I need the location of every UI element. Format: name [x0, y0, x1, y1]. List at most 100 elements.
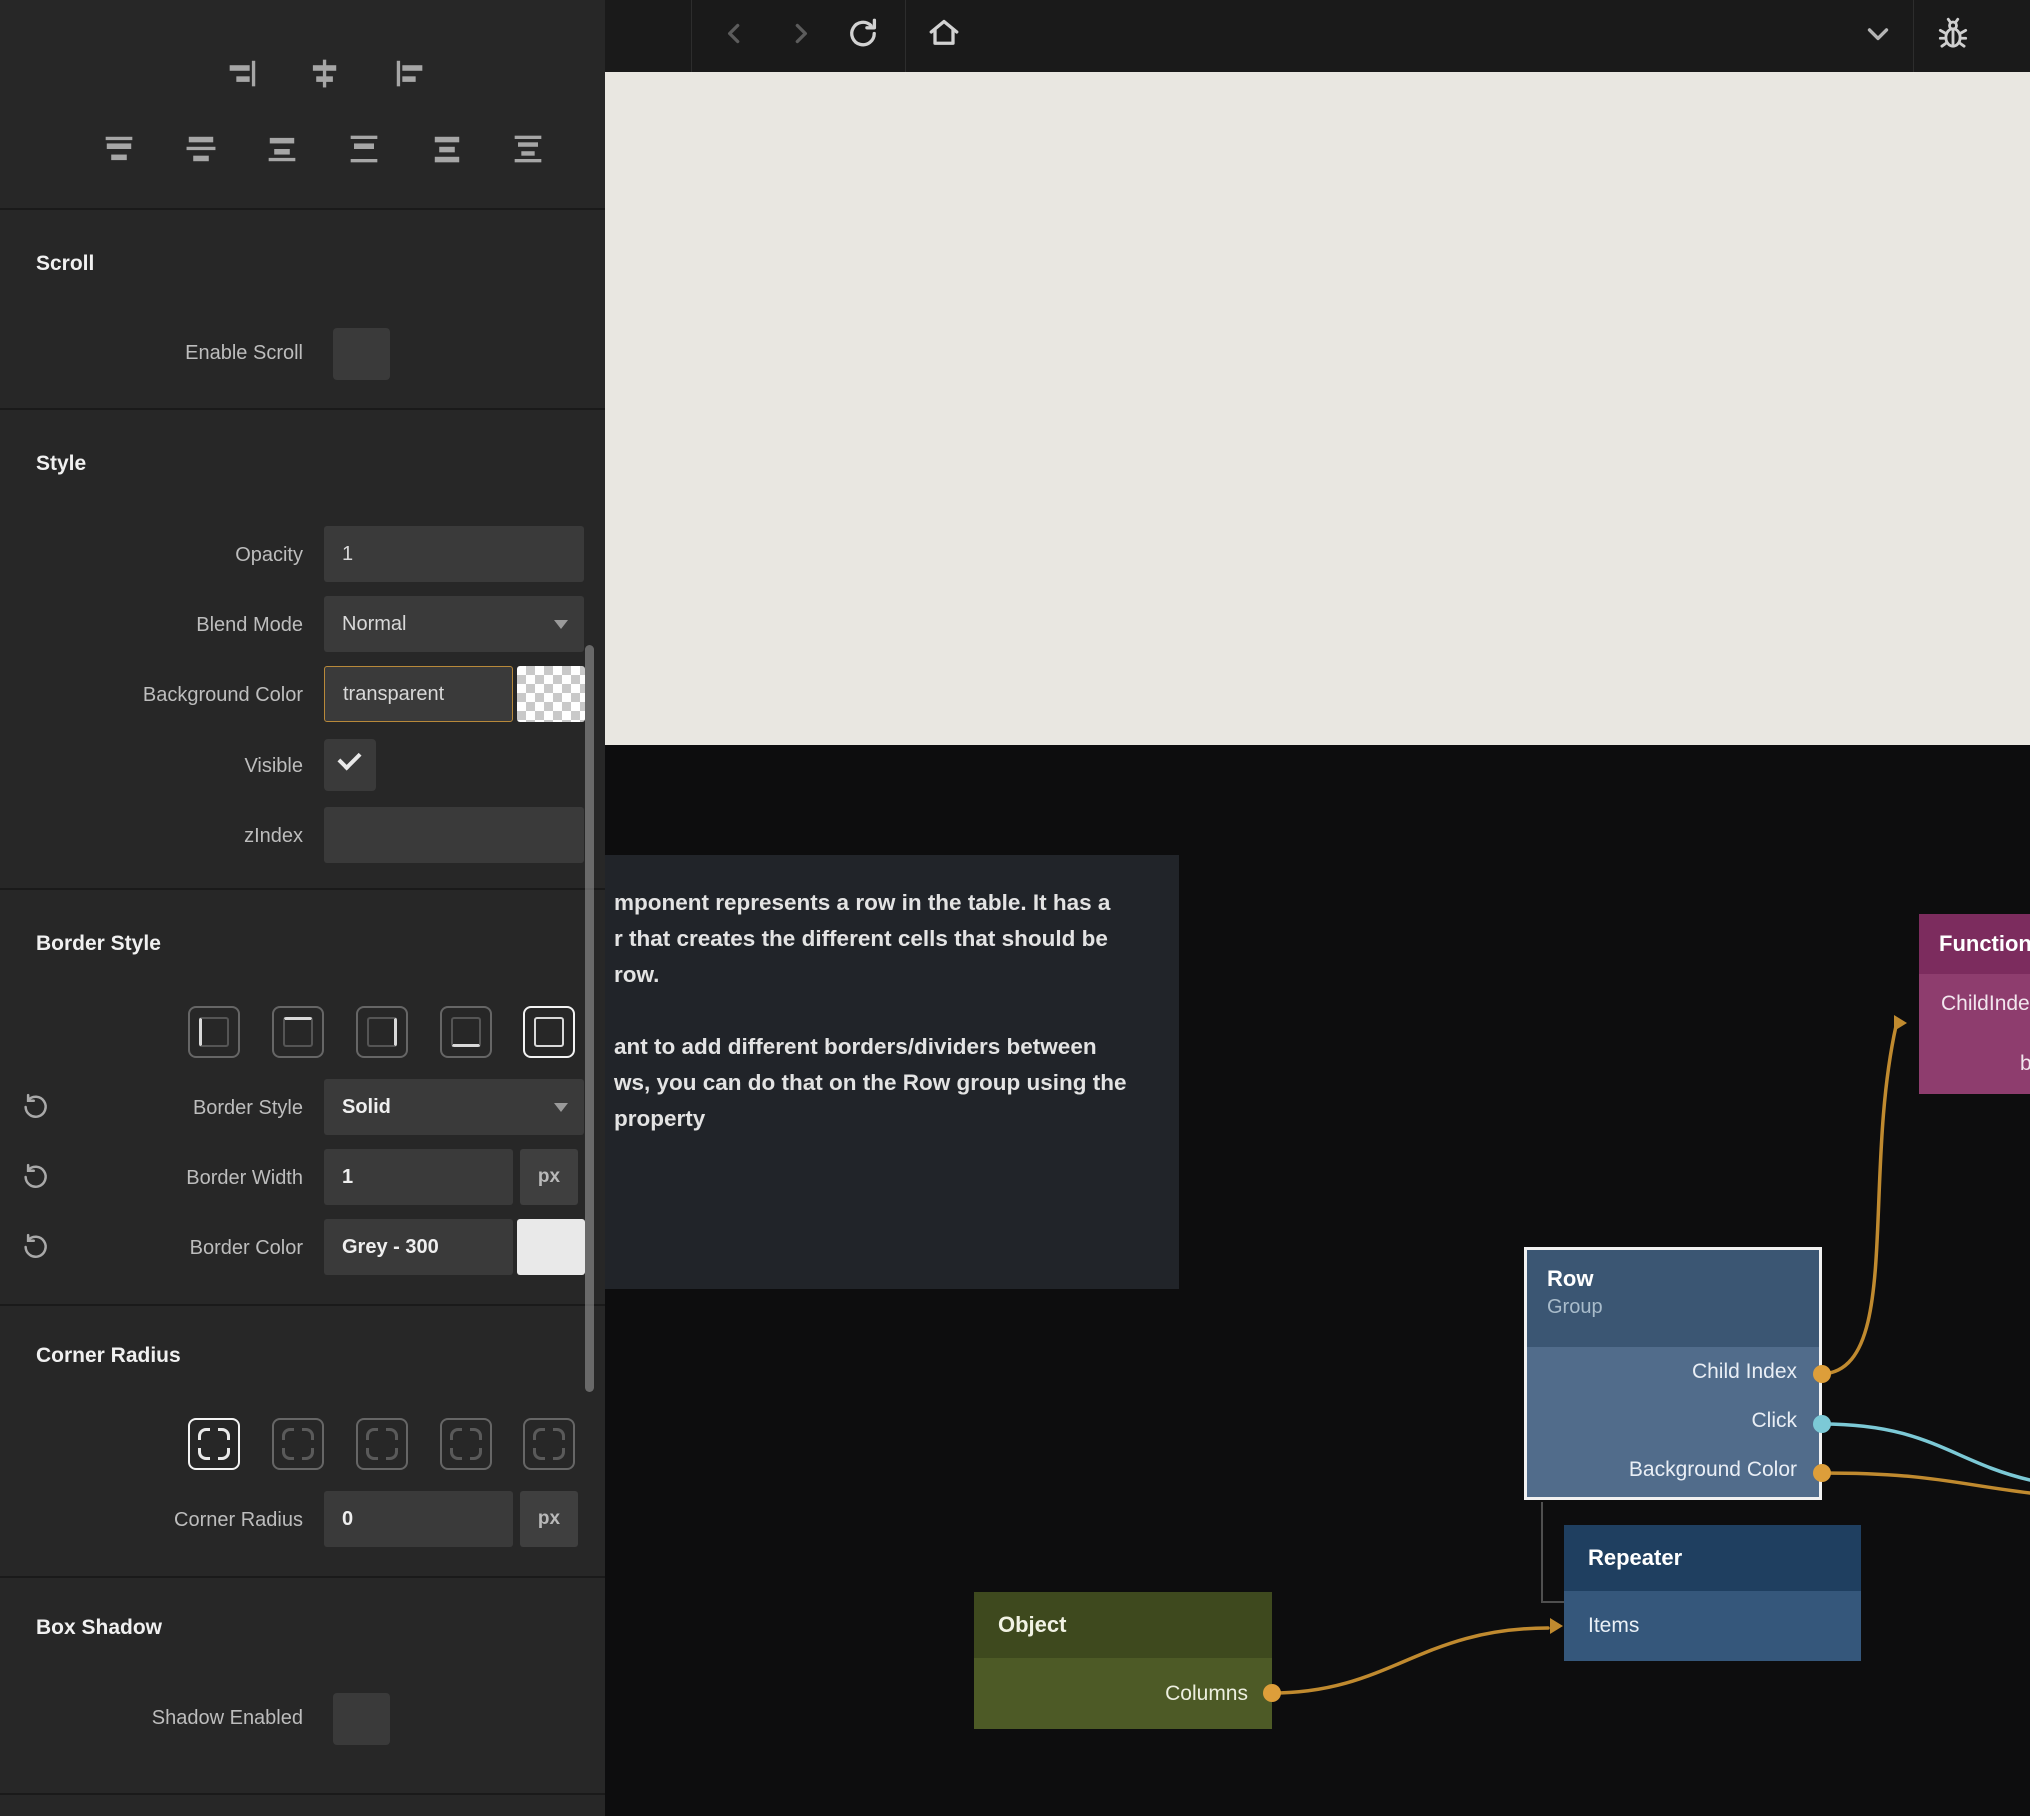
port-arrow-childindex[interactable]: [1894, 1015, 1907, 1031]
hierarchy-line-vertical: [1541, 1502, 1543, 1603]
corner-radius-unit: px: [520, 1491, 578, 1547]
align-top-icon[interactable]: [99, 129, 139, 174]
section-title-scroll: Scroll: [36, 252, 94, 276]
node-info-tooltip: mponent represents a row in the table. I…: [605, 855, 1179, 1289]
border-color-swatch[interactable]: [517, 1219, 585, 1275]
tooltip-line: r that creates the different cells that …: [614, 921, 1153, 957]
home-icon[interactable]: [926, 16, 962, 57]
node-title[interactable]: Repeater: [1564, 1525, 1861, 1591]
port-child-index[interactable]: Child Index: [1527, 1347, 1819, 1396]
border-style-label: Border Style: [0, 1097, 303, 1120]
section-divider: [0, 208, 605, 210]
back-icon[interactable]: [719, 18, 751, 55]
node-object[interactable]: Object Columns: [974, 1592, 1272, 1729]
border-width-label: Border Width: [0, 1167, 303, 1190]
background-color-input[interactable]: transparent: [324, 666, 513, 722]
corner-all-button[interactable]: [188, 1418, 240, 1470]
border-width-unit: px: [520, 1149, 578, 1205]
background-color-value: transparent: [343, 683, 444, 706]
corner-topleft-button[interactable]: [272, 1418, 324, 1470]
preview-toolbar: [605, 0, 2030, 72]
blend-mode-label: Blend Mode: [0, 614, 303, 637]
opacity-label: Opacity: [0, 544, 303, 567]
port-arrow-items[interactable]: [1550, 1618, 1563, 1634]
enable-scroll-checkbox[interactable]: [333, 328, 390, 380]
port-clipped[interactable]: b: [1919, 1034, 2030, 1094]
visible-checkbox[interactable]: [324, 739, 376, 791]
section-divider: [0, 1793, 605, 1795]
enable-scroll-label: Enable Scroll: [0, 342, 303, 365]
chevron-down-icon[interactable]: [1861, 17, 1895, 56]
toolbar-divider: [691, 0, 692, 72]
corner-radius-value: 0: [342, 1508, 353, 1531]
border-side-top-button[interactable]: [272, 1006, 324, 1058]
refresh-icon[interactable]: [845, 16, 881, 57]
toolbar-divider: [905, 0, 906, 72]
sidebar-scrollbar[interactable]: [585, 645, 594, 1392]
blend-mode-dropdown[interactable]: Normal: [324, 596, 584, 652]
port-dot-child-index[interactable]: [1813, 1365, 1831, 1383]
border-width-input[interactable]: 1: [324, 1149, 513, 1205]
node-row-group[interactable]: Row Group Child Index Click Background C…: [1524, 1247, 1822, 1500]
border-side-bottom-button[interactable]: [440, 1006, 492, 1058]
border-side-left-button[interactable]: [188, 1006, 240, 1058]
port-background-color[interactable]: Background Color: [1527, 1445, 1819, 1494]
corner-bottomright-button[interactable]: [523, 1418, 575, 1470]
align-bottom-icon[interactable]: [262, 129, 302, 174]
dropdown-chevron-icon: [554, 620, 568, 629]
distribute-vertical-icon[interactable]: [427, 129, 467, 174]
port-childindex[interactable]: ChildInde: [1919, 974, 2030, 1034]
section-title-corner-radius: Corner Radius: [36, 1344, 181, 1368]
space-between-vertical-icon[interactable]: [508, 129, 548, 174]
shadow-enabled-checkbox[interactable]: [333, 1693, 390, 1745]
border-color-label: Border Color: [0, 1237, 303, 1260]
app-preview-pane: [605, 72, 2030, 745]
app-window: mponent represents a row in the table. I…: [0, 0, 2030, 1816]
border-style-dropdown[interactable]: Solid: [324, 1079, 584, 1135]
port-clipped-label: b: [2020, 1034, 2030, 1094]
zindex-label: zIndex: [0, 825, 303, 848]
blend-mode-value: Normal: [342, 613, 406, 636]
corner-topright-button[interactable]: [356, 1418, 408, 1470]
node-title[interactable]: Object: [974, 1592, 1272, 1658]
corner-bottomleft-button[interactable]: [440, 1418, 492, 1470]
align-middle-icon[interactable]: [181, 129, 221, 174]
forward-icon[interactable]: [784, 18, 816, 55]
port-dot-background-color[interactable]: [1813, 1464, 1831, 1482]
border-side-right-button[interactable]: [356, 1006, 408, 1058]
corner-radius-input[interactable]: 0: [324, 1491, 513, 1547]
node-row-header[interactable]: Row Group: [1527, 1250, 1819, 1347]
section-divider: [0, 1576, 605, 1578]
port-items[interactable]: Items: [1564, 1591, 1861, 1661]
align-left-edge-icon[interactable]: [389, 53, 429, 98]
node-function[interactable]: Function ChildInde b: [1919, 914, 2030, 1094]
port-dot-columns[interactable]: [1263, 1684, 1281, 1702]
opacity-input[interactable]: 1: [324, 526, 584, 582]
port-dot-click[interactable]: [1813, 1415, 1831, 1433]
tooltip-line: ws, you can do that on the Row group usi…: [614, 1065, 1153, 1101]
border-side-all-button[interactable]: [523, 1006, 575, 1058]
background-color-swatch[interactable]: [517, 666, 585, 722]
hierarchy-line-horizontal: [1541, 1601, 1564, 1603]
section-divider: [0, 888, 605, 890]
align-right-edge-icon[interactable]: [223, 53, 263, 98]
node-title[interactable]: Function: [1919, 914, 2030, 974]
debug-bug-icon[interactable]: [1934, 15, 1972, 58]
stretch-vertical-icon[interactable]: [344, 129, 384, 174]
tooltip-line: row.: [614, 957, 1153, 993]
shadow-enabled-label: Shadow Enabled: [0, 1707, 303, 1730]
align-center-horizontal-icon[interactable]: [304, 53, 344, 98]
properties-panel: Scroll Enable Scroll Style Opacity 1 Ble…: [0, 0, 605, 1816]
tooltip-line: property: [614, 1101, 1153, 1137]
port-columns[interactable]: Columns: [974, 1658, 1272, 1729]
zindex-input[interactable]: [324, 807, 584, 863]
section-title-style: Style: [36, 452, 86, 476]
border-color-input[interactable]: Grey - 300: [324, 1219, 513, 1275]
port-click[interactable]: Click: [1527, 1396, 1819, 1445]
node-repeater[interactable]: Repeater Items: [1564, 1525, 1861, 1661]
node-subtitle: Group: [1547, 1296, 1819, 1319]
background-color-label: Background Color: [0, 684, 303, 707]
section-title-border-style: Border Style: [36, 932, 161, 956]
section-title-box-shadow: Box Shadow: [36, 1616, 162, 1640]
tooltip-line: ant to add different borders/dividers be…: [614, 1029, 1153, 1065]
